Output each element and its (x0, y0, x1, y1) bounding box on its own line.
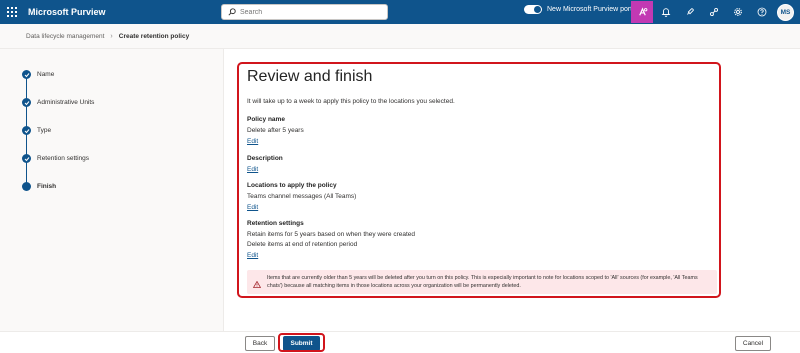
locations-title: Locations to apply the policy (247, 182, 337, 189)
app-launcher-icon[interactable] (0, 0, 24, 24)
edit-policy-name-link[interactable]: Edit (247, 138, 258, 145)
step-type[interactable]: Type (22, 126, 51, 135)
app-title[interactable]: Microsoft Purview (28, 7, 106, 17)
step-retention-settings[interactable]: Retention settings (22, 154, 89, 163)
notifications-bell-icon[interactable] (655, 1, 677, 23)
warning-icon (252, 275, 262, 293)
edit-locations-link[interactable]: Edit (247, 204, 258, 211)
checkmark-icon (22, 126, 31, 135)
portal-toggle-group: New Microsoft Purview portal (524, 5, 638, 14)
retention-line-1: Retain items for 5 years based on when t… (247, 231, 416, 238)
new-portal-toggle-label: New Microsoft Purview portal (547, 6, 638, 13)
step-label: Type (37, 127, 52, 134)
wizard-footer: Back Submit Cancel (0, 331, 800, 353)
search-icon (228, 3, 236, 21)
retention-line-2: Delete items at end of retention period (247, 241, 358, 248)
settings-gear-icon[interactable] (727, 1, 749, 23)
checkmark-icon (22, 98, 31, 107)
checkmark-icon (22, 70, 31, 79)
retention-title: Retention settings (247, 220, 304, 227)
warning-text: Items that are currently older than 5 ye… (267, 275, 698, 289)
breadcrumb-data-lifecycle[interactable]: Data lifecycle management (26, 33, 104, 40)
edit-retention-link[interactable]: Edit (247, 252, 258, 259)
rocket-icon[interactable] (679, 1, 701, 23)
top-bar-actions: MS (629, 0, 794, 24)
policy-name-title: Policy name (247, 116, 285, 123)
step-label: Retention settings (37, 155, 90, 162)
search-input[interactable] (240, 8, 380, 16)
connections-icon[interactable] (703, 1, 725, 23)
description-title: Description (247, 155, 283, 162)
copilot-icon[interactable] (631, 1, 653, 23)
wizard-stepper: Name Administrative Units Type Retention… (0, 49, 224, 331)
step-administrative-units[interactable]: Administrative Units (22, 98, 94, 107)
review-card: Review and finish It will take up to a w… (237, 62, 721, 298)
search-box[interactable] (221, 4, 388, 20)
main-content: Review and finish It will take up to a w… (224, 49, 800, 331)
step-name[interactable]: Name (22, 70, 54, 79)
deletion-warning-banner: Items that are currently older than 5 ye… (247, 270, 717, 294)
step-label: Administrative Units (37, 99, 95, 106)
user-avatar[interactable]: MS (777, 3, 794, 21)
current-step-dot-icon (22, 182, 31, 191)
help-icon[interactable] (751, 1, 773, 23)
page-title: Review and finish (247, 68, 373, 85)
top-bar: Microsoft Purview New Microsoft Purview … (0, 0, 800, 24)
checkmark-icon (22, 154, 31, 163)
breadcrumb: Data lifecycle management › Create reten… (26, 33, 189, 40)
submit-highlight-outline (278, 333, 325, 352)
edit-description-link[interactable]: Edit (247, 166, 258, 173)
step-label: Finish (37, 183, 57, 190)
policy-name-value: Delete after 5 years (247, 127, 304, 134)
cancel-button[interactable]: Cancel (735, 336, 771, 351)
breadcrumb-current: Create retention policy (118, 33, 190, 40)
locations-value: Teams channel messages (All Teams) (247, 193, 357, 200)
new-portal-toggle[interactable] (524, 5, 542, 14)
back-button[interactable]: Back (245, 336, 275, 351)
chevron-right-icon: › (110, 33, 113, 40)
step-finish[interactable]: Finish (22, 182, 56, 191)
intro-text: It will take up to a week to apply this … (247, 98, 455, 105)
step-label: Name (37, 71, 55, 78)
